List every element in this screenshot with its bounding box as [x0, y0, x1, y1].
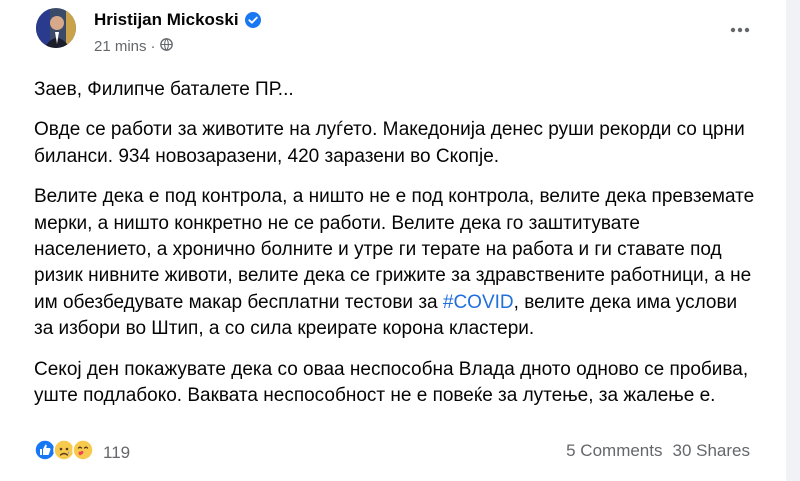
post-meta: 21 mins · — [94, 38, 173, 55]
globe-icon[interactable] — [159, 38, 173, 55]
post-paragraph: Велите дека е под контрола, а ништо не е… — [34, 184, 759, 342]
sad-icon — [53, 439, 75, 466]
scrollbar[interactable] — [786, 0, 800, 481]
post-paragraph: Овде се работи за животите на луѓето. Ма… — [34, 119, 745, 167]
post-card: Hristijan Mickoski 21 mins · Заев, Филип… — [0, 0, 787, 481]
timestamp[interactable]: 21 mins — [94, 38, 147, 55]
author-name[interactable]: Hristijan Mickoski — [94, 10, 239, 30]
engagement-stats: 5 Comments 30 Shares — [566, 441, 750, 461]
reaction-icons — [34, 439, 94, 466]
more-options-icon[interactable] — [728, 20, 752, 40]
avatar[interactable] — [36, 8, 76, 48]
comments-count[interactable]: 5 Comments — [566, 441, 662, 461]
care-icon — [72, 439, 94, 466]
meta-separator: · — [150, 38, 156, 55]
verified-badge-icon — [244, 12, 261, 28]
reactions-count[interactable]: 119 — [103, 443, 130, 463]
post-text: Заев, Филипче баталете ПР... Овде се раб… — [34, 77, 759, 423]
reactions-summary[interactable]: 119 — [34, 439, 130, 466]
post-paragraph: Секој ден покажувате дека со оваа неспос… — [34, 358, 749, 407]
shares-count[interactable]: 30 Shares — [673, 441, 751, 461]
author-row: Hristijan Mickoski — [94, 10, 261, 30]
post-paragraph: Заев, Филипче баталете ПР... — [34, 79, 294, 100]
hashtag-link[interactable]: #COVID — [443, 292, 514, 313]
like-icon — [34, 439, 56, 466]
